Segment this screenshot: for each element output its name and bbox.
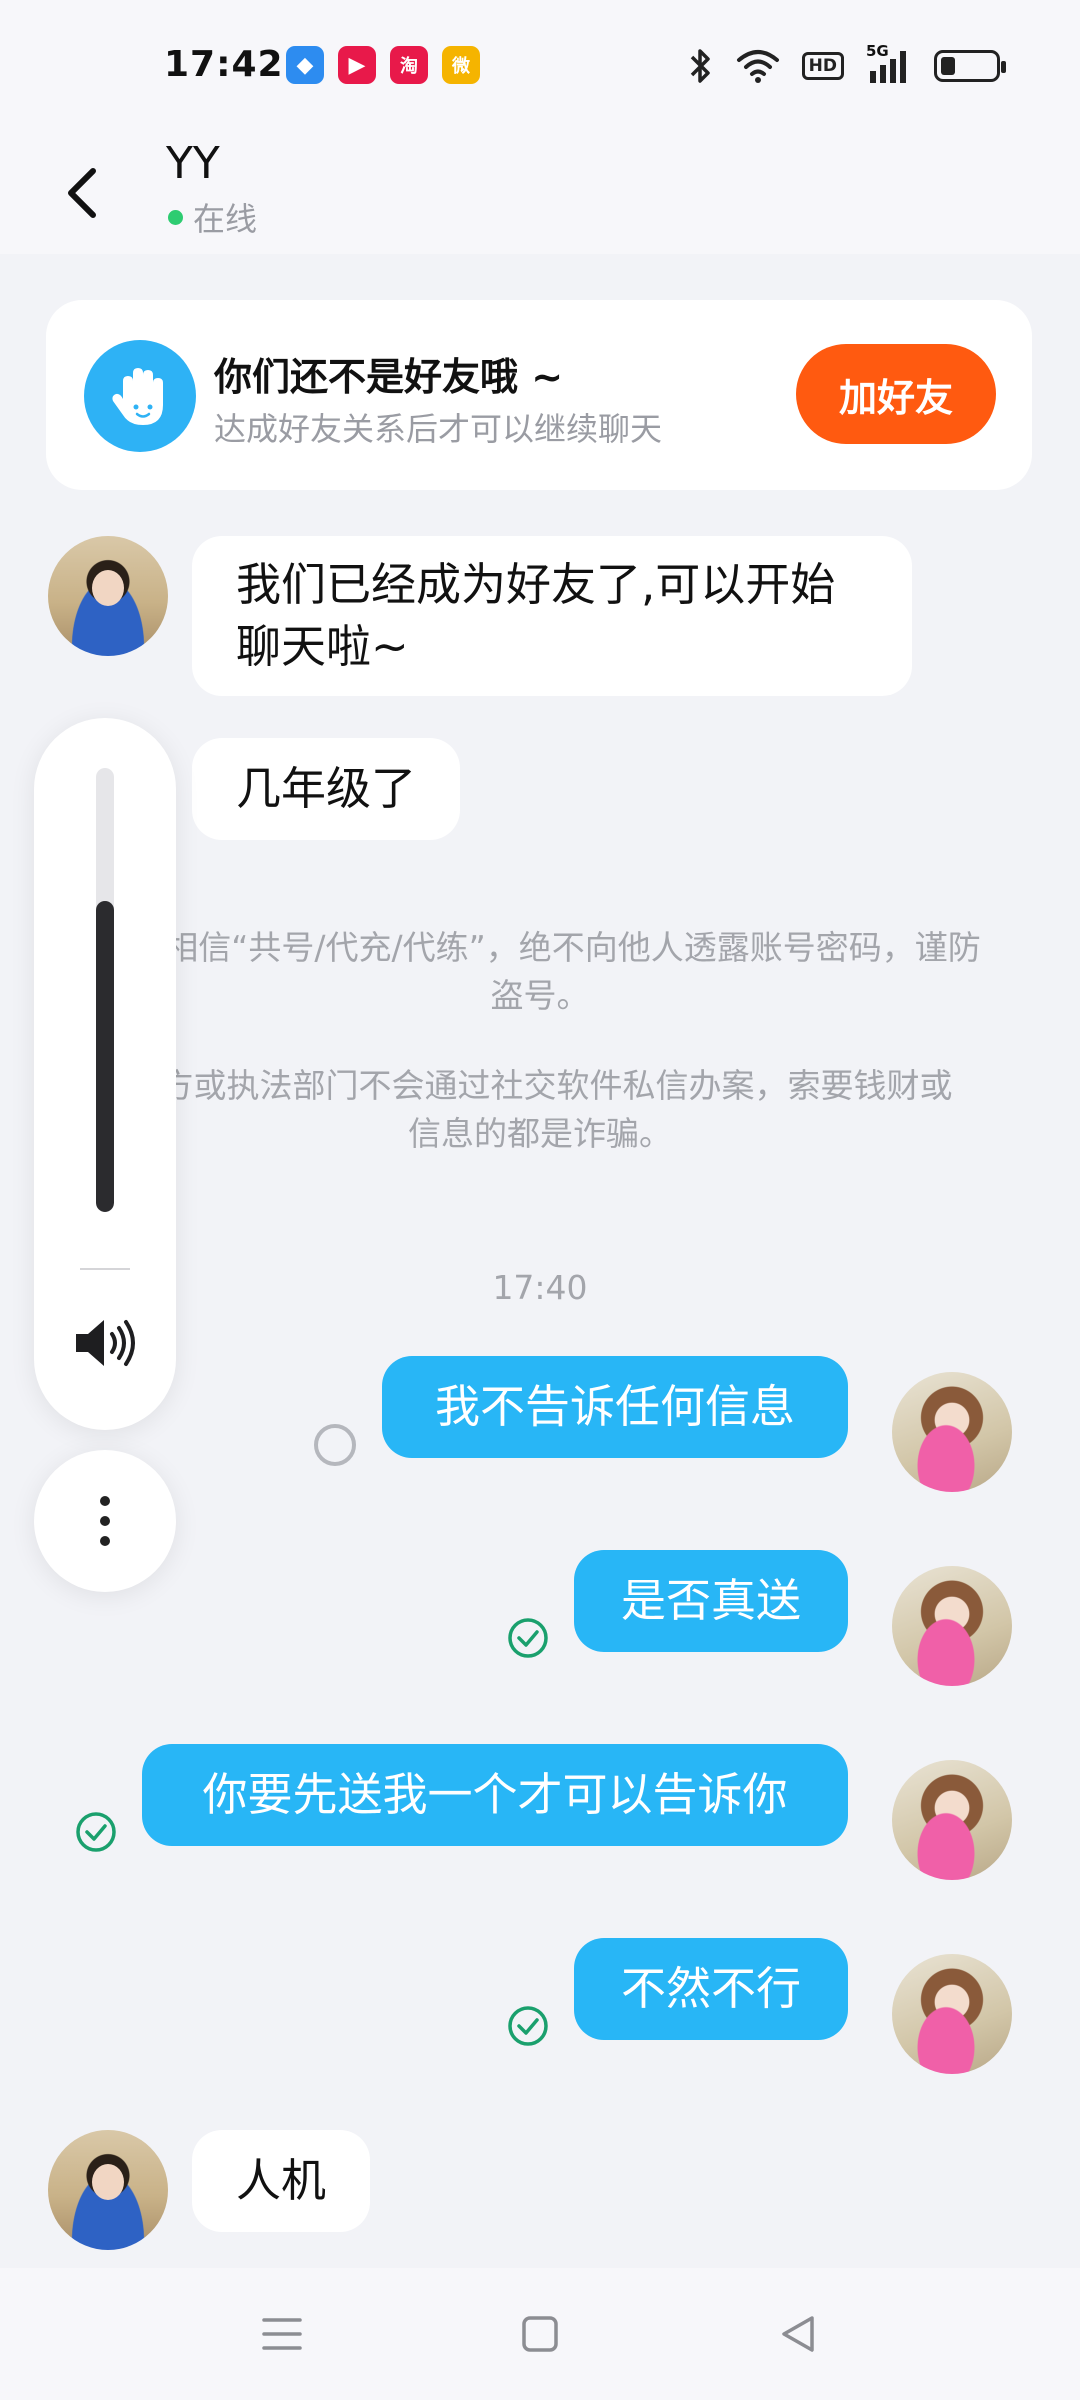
notice-text: 不要相信“共号/代充/代练”，绝不向他人透露账号密码，谨防 (99, 928, 981, 967)
message-bubble-outgoing[interactable]: 不然不行 (574, 1938, 848, 2040)
message-bubble-incoming[interactable]: 人机 (192, 2130, 371, 2232)
bluetooth-icon (688, 46, 714, 86)
online-status-text: 在线 (193, 200, 258, 238)
message-bubble-incoming[interactable]: 我们已经成为好友了,可以开始 聊天啦~ (192, 536, 912, 696)
back-nav-button[interactable] (766, 2302, 830, 2366)
read-check-icon (508, 1618, 548, 1658)
read-check-icon (508, 2006, 548, 2046)
menu-nav-button[interactable] (250, 2302, 314, 2366)
my-avatar[interactable] (892, 1954, 1012, 2074)
unread-status-icon (314, 1424, 356, 1466)
online-dot (168, 209, 183, 225)
home-nav-button[interactable] (508, 2302, 572, 2366)
message-bubble-incoming[interactable]: 几年级了 (192, 738, 461, 840)
weibo-icon: 微 (442, 46, 480, 84)
chevron-left-icon (68, 168, 96, 218)
message-text: 我们已经成为好友了,可以开始 (236, 558, 836, 611)
more-vertical-icon (100, 1496, 110, 1546)
contact-name[interactable]: YY (166, 138, 220, 189)
notification-icons: ◆ ▶ 淘 微 (286, 46, 480, 84)
online-status: 在线 (168, 194, 257, 240)
notice-text: 信息的都是诈骗。 (408, 1114, 672, 1153)
back-triangle-icon (782, 2316, 814, 2352)
waving-hand-icon (84, 340, 196, 452)
system-icons: HD 5G (688, 42, 1006, 86)
chat-header: YY 在线 (0, 130, 1080, 254)
contact-avatar[interactable] (48, 536, 168, 656)
battery-icon (934, 46, 1006, 86)
navigation-bar (0, 2268, 1080, 2400)
volume-slider[interactable] (96, 768, 114, 1212)
message-text: 聊天啦~ (236, 620, 409, 673)
volume-panel (34, 718, 176, 1430)
back-button[interactable] (48, 148, 118, 238)
add-friend-button[interactable]: 加好友 (796, 344, 996, 444)
fraud-notice: 官方或执法部门不会通过社交软件私信办案，索要钱财或 信息的都是诈骗。 (80, 1062, 1000, 1158)
status-bar: 17:42 ◆ ▶ 淘 微 HD 5G (0, 0, 1080, 130)
message-bubble-outgoing[interactable]: 是否真送 (574, 1550, 848, 1652)
security-notice: 不要相信“共号/代充/代练”，绝不向他人透露账号密码，谨防 盗号。 (80, 924, 1000, 1020)
signal-label: 5G (866, 42, 889, 60)
video-play-icon: ▶ (338, 46, 376, 84)
notice-text: 官方或执法部门不会通过社交软件私信办案，索要钱财或 (127, 1066, 953, 1105)
speaker-icon[interactable] (68, 1306, 142, 1380)
friend-request-banner: 你们还不是好友哦 ~ 达成好友关系后才可以继续聊天 加好友 (46, 300, 1032, 490)
home-square-icon (522, 2316, 558, 2352)
app-blue-icon: ◆ (286, 46, 324, 84)
signal-icon: 5G (866, 42, 912, 86)
notice-text: 盗号。 (490, 976, 590, 1015)
my-avatar[interactable] (892, 1372, 1012, 1492)
hd-badge: HD (801, 46, 844, 86)
contact-avatar[interactable] (48, 2130, 168, 2250)
message-bubble-outgoing[interactable]: 你要先送我一个才可以告诉你 (142, 1744, 848, 1846)
banner-subtitle: 达成好友关系后才可以继续聊天 (214, 410, 663, 448)
message-bubble-outgoing[interactable]: 我不告诉任何信息 (382, 1356, 848, 1458)
my-avatar[interactable] (892, 1760, 1012, 1880)
read-check-icon (76, 1812, 116, 1852)
volume-slider-fill (96, 901, 114, 1212)
wifi-icon (736, 46, 780, 86)
menu-icon (262, 2318, 302, 2350)
taobao-icon: 淘 (390, 46, 428, 84)
status-time: 17:42 (164, 44, 284, 85)
banner-title: 你们还不是好友哦 ~ (214, 355, 564, 399)
more-options-button[interactable] (34, 1450, 176, 1592)
volume-divider (80, 1268, 130, 1270)
my-avatar[interactable] (892, 1566, 1012, 1686)
